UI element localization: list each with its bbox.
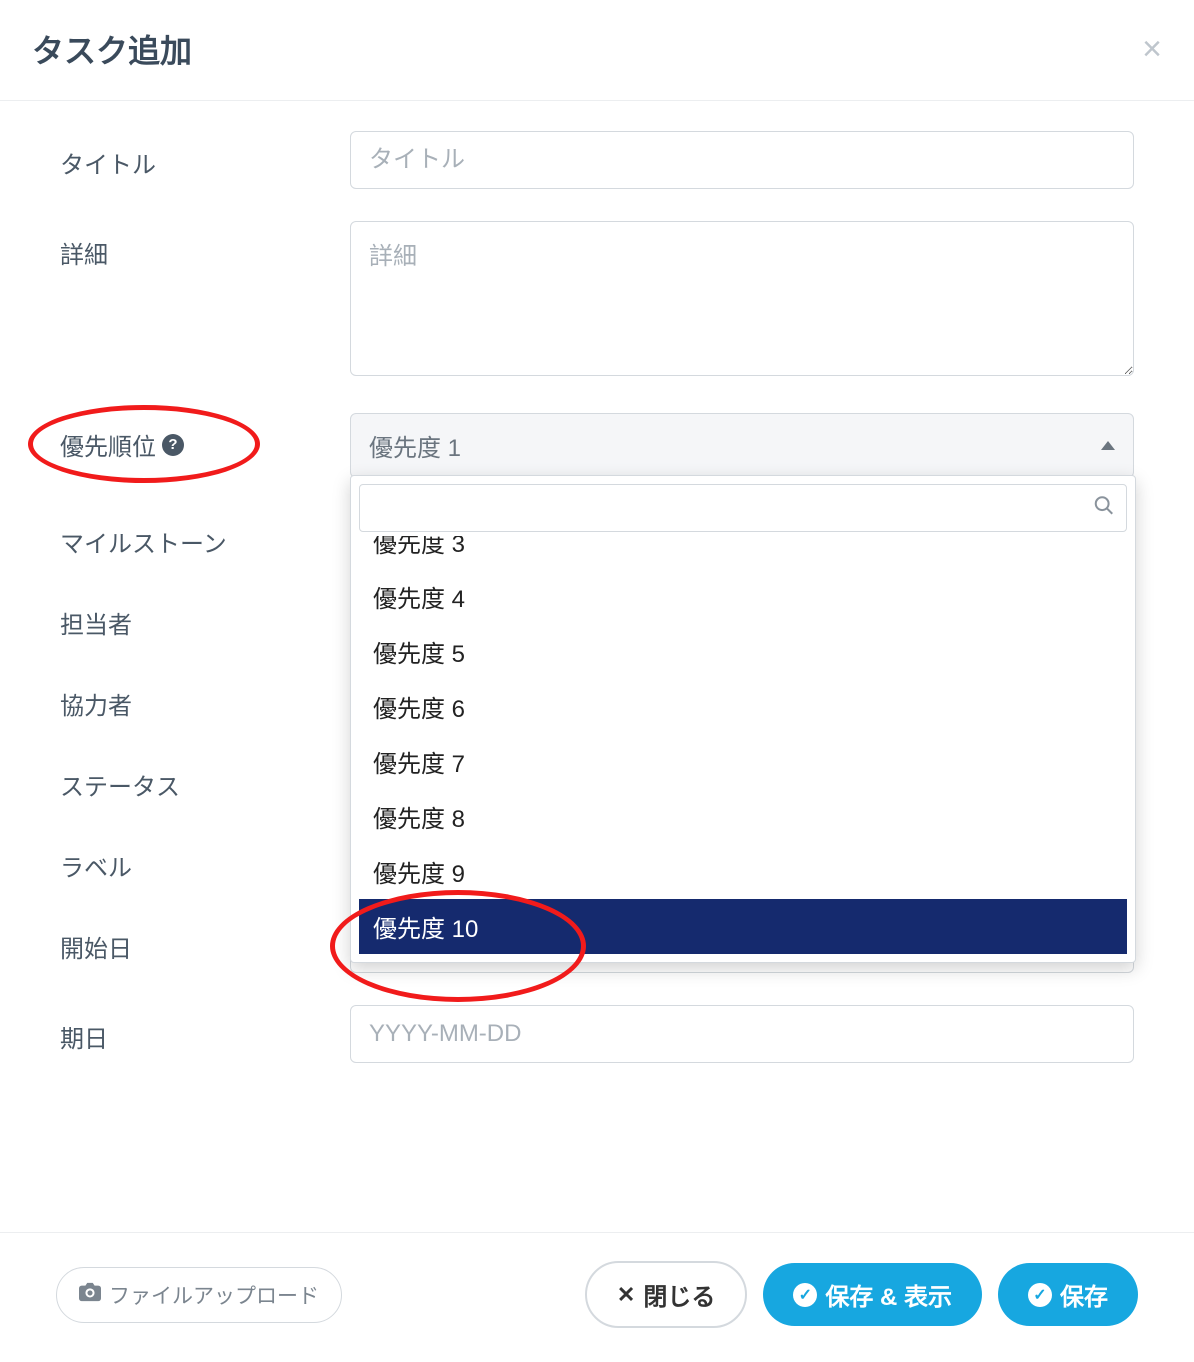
caret-up-icon xyxy=(1101,441,1115,450)
row-detail: 詳細 xyxy=(60,221,1134,381)
priority-option[interactable]: 優先度 4 xyxy=(359,569,1127,624)
check-circle-icon: ✓ xyxy=(793,1283,817,1307)
file-upload-button[interactable]: ファイルアップロード xyxy=(56,1267,342,1323)
modal-title: タスク追加 xyxy=(32,26,192,72)
row-title: タイトル xyxy=(60,131,1134,189)
label-collaborator: 協力者 xyxy=(60,672,350,721)
detail-textarea[interactable] xyxy=(350,221,1134,376)
save-label: 保存 xyxy=(1060,1277,1108,1312)
save-and-show-button[interactable]: ✓ 保存 & 表示 xyxy=(763,1263,982,1326)
label-start-date: 開始日 xyxy=(60,915,350,964)
title-input[interactable] xyxy=(350,131,1134,189)
priority-option[interactable]: 優先度 5 xyxy=(359,624,1127,679)
priority-option[interactable]: 優先度 6 xyxy=(359,679,1127,734)
label-status: ステータス xyxy=(60,753,350,802)
save-show-label: 保存 & 表示 xyxy=(825,1277,952,1312)
priority-option[interactable]: 優先度 3 xyxy=(359,536,1127,569)
label-priority-text: 優先順位 xyxy=(60,427,156,462)
modal-header: タスク追加 × xyxy=(0,0,1194,101)
modal-footer: ファイルアップロード ✕ 閉じる ✓ 保存 & 表示 ✓ 保存 xyxy=(0,1232,1194,1362)
priority-dropdown-panel: 優先度 3 優先度 4 優先度 5 優先度 6 優先度 7 優先度 8 優先度 … xyxy=(350,475,1136,963)
priority-selected-value: 優先度 1 xyxy=(369,428,461,463)
x-icon: ✕ xyxy=(617,1282,635,1308)
label-assignee: 担当者 xyxy=(60,591,350,640)
file-upload-label: ファイルアップロード xyxy=(109,1280,319,1310)
row-due-date: 期日 xyxy=(60,1005,1134,1063)
search-icon xyxy=(1093,495,1115,522)
priority-option[interactable]: 優先度 7 xyxy=(359,734,1127,789)
label-title: タイトル xyxy=(60,131,350,180)
camera-icon xyxy=(79,1282,101,1308)
check-circle-icon: ✓ xyxy=(1028,1283,1052,1307)
label-priority: 優先順位 ? xyxy=(60,413,350,462)
help-icon[interactable]: ? xyxy=(162,434,184,456)
label-milestone: マイルストーン xyxy=(60,510,350,559)
row-priority: 優先順位 ? 優先度 1 優先度 3 xyxy=(60,413,1134,478)
due-date-input[interactable] xyxy=(350,1005,1134,1063)
priority-option-highlighted[interactable]: 優先度 10 xyxy=(359,899,1127,954)
priority-search-input[interactable] xyxy=(359,484,1127,532)
priority-option[interactable]: 優先度 9 xyxy=(359,844,1127,899)
label-detail: 詳細 xyxy=(60,221,350,270)
add-task-modal: タスク追加 × タイトル 詳細 優先順位 ? 優先度 1 xyxy=(0,0,1194,1362)
label-label: ラベル xyxy=(60,834,350,883)
save-button[interactable]: ✓ 保存 xyxy=(998,1263,1138,1326)
label-due-date: 期日 xyxy=(60,1005,350,1054)
priority-option[interactable]: 優先度 8 xyxy=(359,789,1127,844)
close-button-label: 閉じる xyxy=(643,1277,715,1312)
priority-option-list[interactable]: 優先度 3 優先度 4 優先度 5 優先度 6 優先度 7 優先度 8 優先度 … xyxy=(359,536,1127,954)
modal-body: タイトル 詳細 優先順位 ? 優先度 1 xyxy=(0,101,1194,1232)
close-button[interactable]: ✕ 閉じる xyxy=(585,1261,747,1328)
close-icon[interactable]: × xyxy=(1142,32,1162,66)
priority-select[interactable]: 優先度 1 xyxy=(350,413,1134,478)
